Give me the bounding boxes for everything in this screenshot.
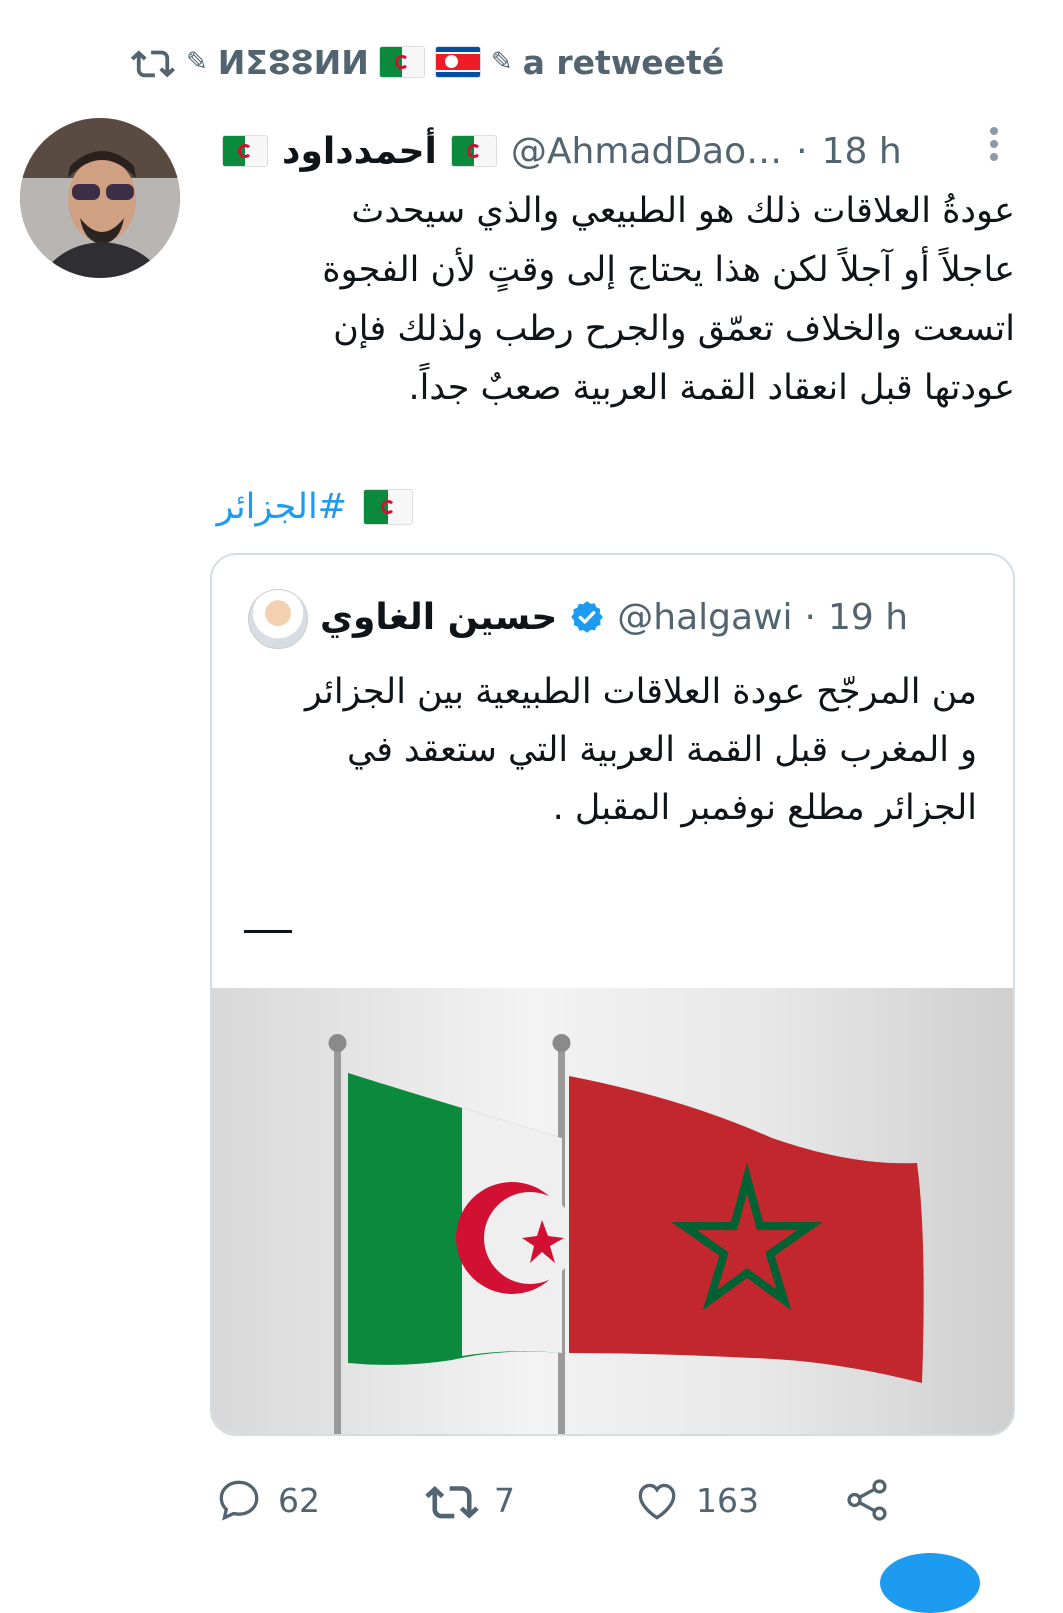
tweet-text: عودةُ العلاقات ذلك هو الطبيعي والذي سيحد… xyxy=(322,191,1015,408)
reply-icon xyxy=(219,1480,259,1521)
quoted-author-row: حسين الغاوي @halgawi · 19 h xyxy=(320,585,908,649)
quoted-author-name[interactable]: حسين الغاوي xyxy=(320,597,557,638)
quoted-author-handle[interactable]: @halgawi xyxy=(617,597,792,638)
algeria-flag-icon xyxy=(363,489,413,525)
retweeter-name[interactable]: ⵍⵉⵓⵓⵍⵍ xyxy=(218,43,369,82)
like-count: 163 xyxy=(696,1480,759,1520)
share-button[interactable] xyxy=(842,1470,892,1530)
quoted-tweet-text: من المرجّح عودة العلاقات الطبيعية بين ال… xyxy=(304,672,977,828)
quill-icon: ✎ xyxy=(186,47,208,77)
algeria-flag-icon xyxy=(378,46,425,78)
more-options-icon[interactable] xyxy=(984,124,1004,166)
reply-button[interactable]: 62 xyxy=(214,1470,320,1530)
avatar-photo xyxy=(20,118,180,278)
algeria-flag-icon xyxy=(222,135,268,167)
separator-dot: · xyxy=(796,130,808,172)
tweet-timestamp[interactable]: 18 h xyxy=(822,131,902,172)
quoted-tweet-card[interactable]: حسين الغاوي @halgawi · 19 h من المرجّح ع… xyxy=(210,553,1015,1436)
share-icon xyxy=(847,1479,887,1521)
retweet-icon xyxy=(130,50,176,78)
retweet-button[interactable]: 7 xyxy=(424,1470,515,1530)
like-button[interactable]: 163 xyxy=(632,1470,759,1530)
quill-icon: ✎ xyxy=(490,47,513,77)
quoted-author-avatar[interactable] xyxy=(248,589,308,649)
retweet-icon xyxy=(425,1485,479,1519)
author-name[interactable]: أحمدداود xyxy=(282,131,437,172)
heart-icon xyxy=(638,1483,676,1520)
hashtag-link[interactable]: #الجزائر xyxy=(217,487,347,527)
verified-badge-icon xyxy=(571,601,604,633)
compose-fab[interactable] xyxy=(880,1553,980,1613)
tweet-actions: 62 7 163 xyxy=(214,1470,914,1530)
retweet-count: 7 xyxy=(494,1480,515,1520)
quoted-tweet-image[interactable] xyxy=(212,988,1013,1434)
quoted-text-dash xyxy=(244,930,292,933)
retweet-label: a retweeté xyxy=(522,42,725,82)
separator-dot: · xyxy=(804,596,816,638)
author-handle[interactable]: @AhmadDao… xyxy=(511,131,782,172)
retweet-header: ✎ ⵍⵉⵓⵓⵍⵍ ✎ a retweeté xyxy=(130,36,724,88)
quoted-tweet-timestamp[interactable]: 19 h xyxy=(828,597,908,638)
hashtag-row: #الجزائر xyxy=(217,480,413,534)
avatar[interactable] xyxy=(20,118,180,278)
algeria-flag-icon xyxy=(450,135,497,167)
north-korea-flag-icon xyxy=(434,46,481,78)
flags-image xyxy=(328,1034,924,1434)
tweet-author-row: أحمدداود @AhmadDao… · 18 h xyxy=(222,120,1012,182)
reply-count: 62 xyxy=(278,1480,320,1520)
